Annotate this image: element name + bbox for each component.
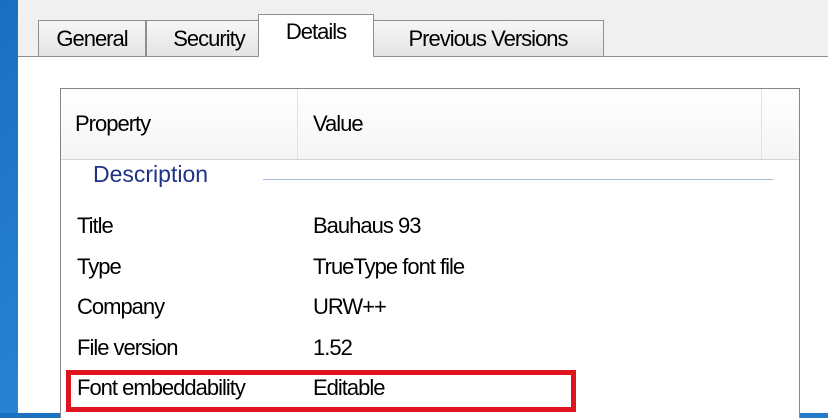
property-value: URW++ — [313, 294, 387, 319]
tab-details[interactable]: Details — [258, 14, 374, 57]
property-value: TrueType font file — [313, 254, 465, 279]
property-value: 1.52 — [313, 335, 353, 360]
group-header-description: Description — [93, 161, 793, 195]
property-name: File version — [77, 335, 178, 360]
properties-list[interactable]: Property Value Description Title Bauhaus… — [60, 88, 800, 418]
tab-divider — [18, 56, 828, 57]
table-row[interactable]: Type TrueType font file — [61, 254, 799, 289]
tab-previous-versions[interactable]: Previous Versions — [372, 20, 604, 56]
list-header: Property Value — [61, 89, 799, 160]
table-row[interactable]: Title Bauhaus 93 — [61, 213, 799, 248]
group-label: Description — [93, 161, 219, 188]
column-header-value[interactable]: Value — [299, 89, 759, 159]
tab-strip: General Security Details Previous Versio… — [18, 14, 828, 57]
property-name: Type — [77, 254, 122, 279]
tab-general[interactable]: General — [38, 20, 146, 56]
table-row[interactable]: Company URW++ — [61, 294, 799, 329]
table-row[interactable]: File version 1.52 — [61, 335, 799, 370]
property-name: Title — [77, 213, 114, 238]
column-header-property[interactable]: Property — [61, 89, 297, 159]
column-separator[interactable] — [297, 89, 298, 159]
property-name: Company — [77, 294, 165, 319]
property-value: Bauhaus 93 — [313, 213, 421, 238]
tab-security[interactable]: Security — [146, 20, 272, 56]
group-divider — [263, 179, 773, 180]
highlight-box — [66, 370, 576, 412]
column-separator[interactable] — [761, 89, 762, 159]
